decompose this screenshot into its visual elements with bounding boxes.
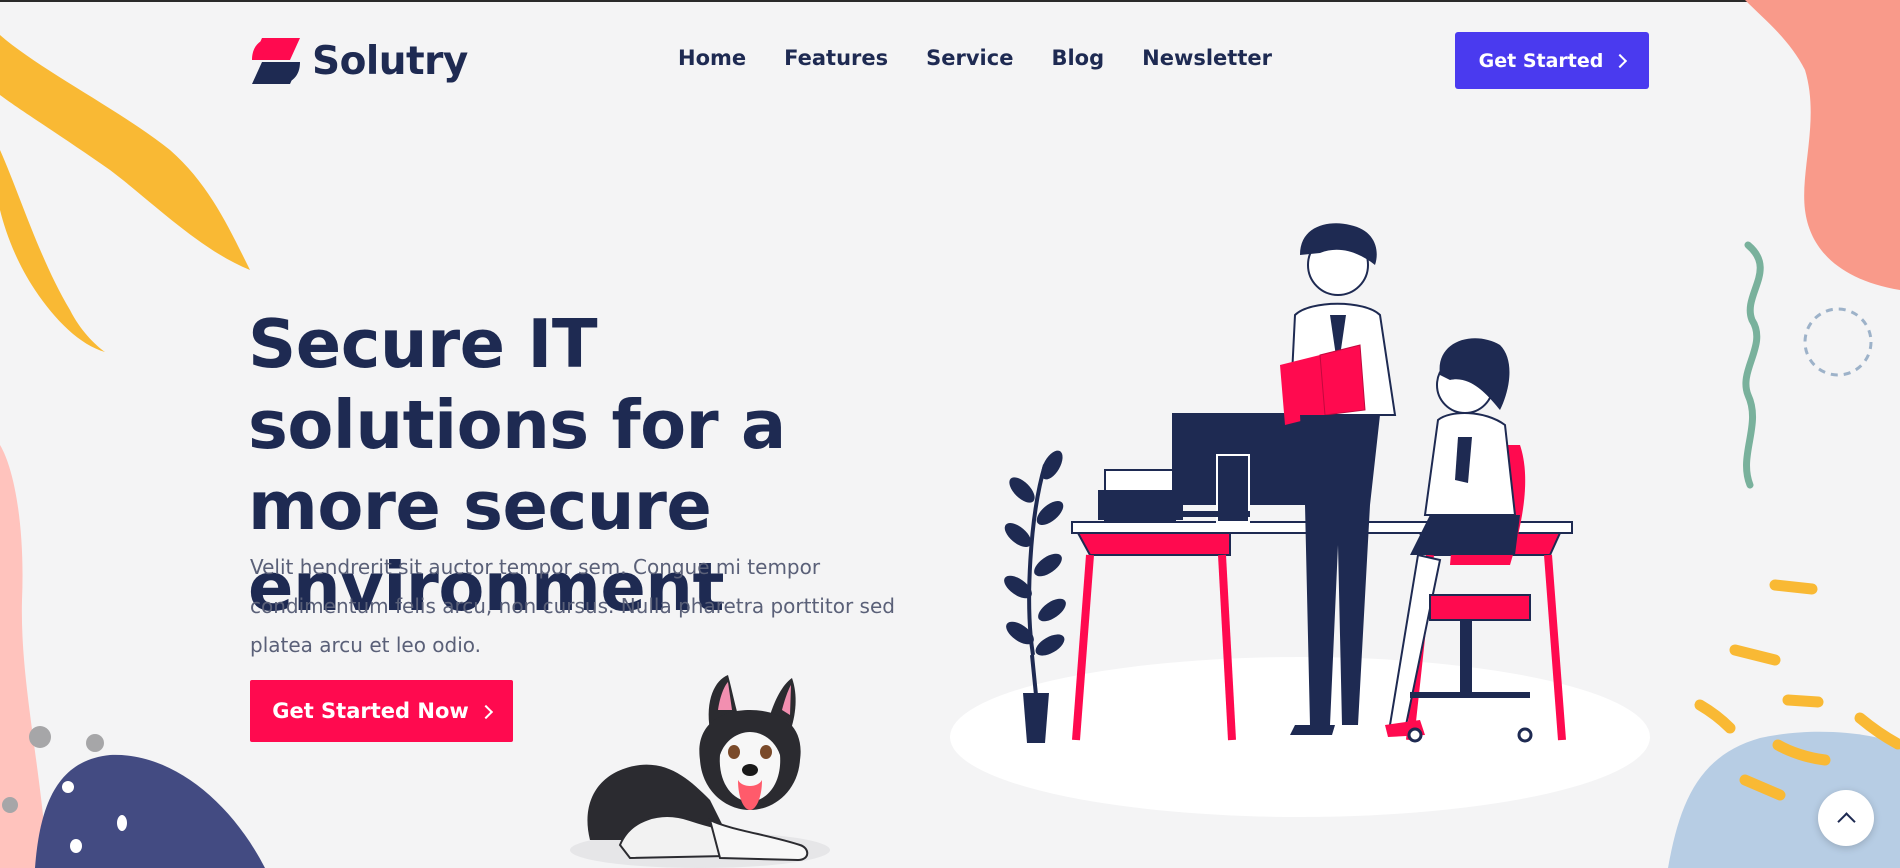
woman xyxy=(1385,338,1533,743)
get-started-now-label: Get Started Now xyxy=(272,699,469,723)
main-navigation: Home Features Service Blog Newsletter xyxy=(678,46,1272,70)
nav-features[interactable]: Features xyxy=(784,46,888,70)
chevron-up-icon xyxy=(1836,811,1856,831)
chevron-right-icon xyxy=(1613,53,1628,69)
solutry-s-logo-icon xyxy=(252,38,300,84)
husky-dog-illustration xyxy=(570,675,830,868)
top-border xyxy=(0,0,1900,2)
hero-description: Velit hendrerit sit auctor tempor sem. C… xyxy=(250,555,895,657)
brand-name: Solutry xyxy=(312,38,468,84)
plant xyxy=(1004,450,1066,743)
chevron-right-icon xyxy=(478,704,493,719)
nav-newsletter[interactable]: Newsletter xyxy=(1142,46,1272,70)
scroll-to-top-button[interactable] xyxy=(1818,790,1874,846)
get-started-label: Get Started xyxy=(1478,49,1604,72)
get-started-button[interactable]: Get Started xyxy=(1455,32,1649,89)
nav-home[interactable]: Home xyxy=(678,46,746,70)
get-started-now-button[interactable]: Get Started Now xyxy=(250,680,513,742)
nav-blog[interactable]: Blog xyxy=(1051,46,1104,70)
office-workers-illustration xyxy=(1004,223,1573,743)
brand-logo[interactable]: Solutry xyxy=(250,36,468,86)
nav-service[interactable]: Service xyxy=(926,46,1013,70)
